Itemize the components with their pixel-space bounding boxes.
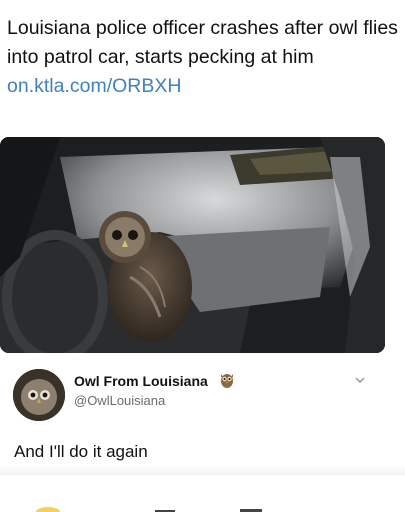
display-name[interactable]: Owl From Louisiana	[74, 373, 208, 389]
reply-text: And I'll do it again	[14, 442, 148, 461]
reply-tweet[interactable]: Owl From Louisiana @OwlLouisiana And I'l…	[0, 362, 405, 512]
chevron-down-icon[interactable]	[353, 374, 367, 386]
article-link[interactable]: on.ktla.com/ORBXH	[7, 75, 181, 97]
divider	[0, 465, 405, 475]
news-photo[interactable]	[0, 137, 385, 353]
owl-emoji-icon	[219, 371, 235, 389]
headline-text: Louisiana police officer crashes after o…	[7, 17, 398, 68]
user-handle[interactable]: @OwlLouisiana	[74, 393, 165, 408]
avatar[interactable]	[13, 369, 65, 421]
cropped-emoji-strip	[36, 507, 262, 512]
owl-in-patrol-car-image	[0, 137, 385, 353]
owl-avatar-icon	[13, 369, 65, 421]
post-headline: Louisiana police officer crashes after o…	[7, 14, 399, 101]
